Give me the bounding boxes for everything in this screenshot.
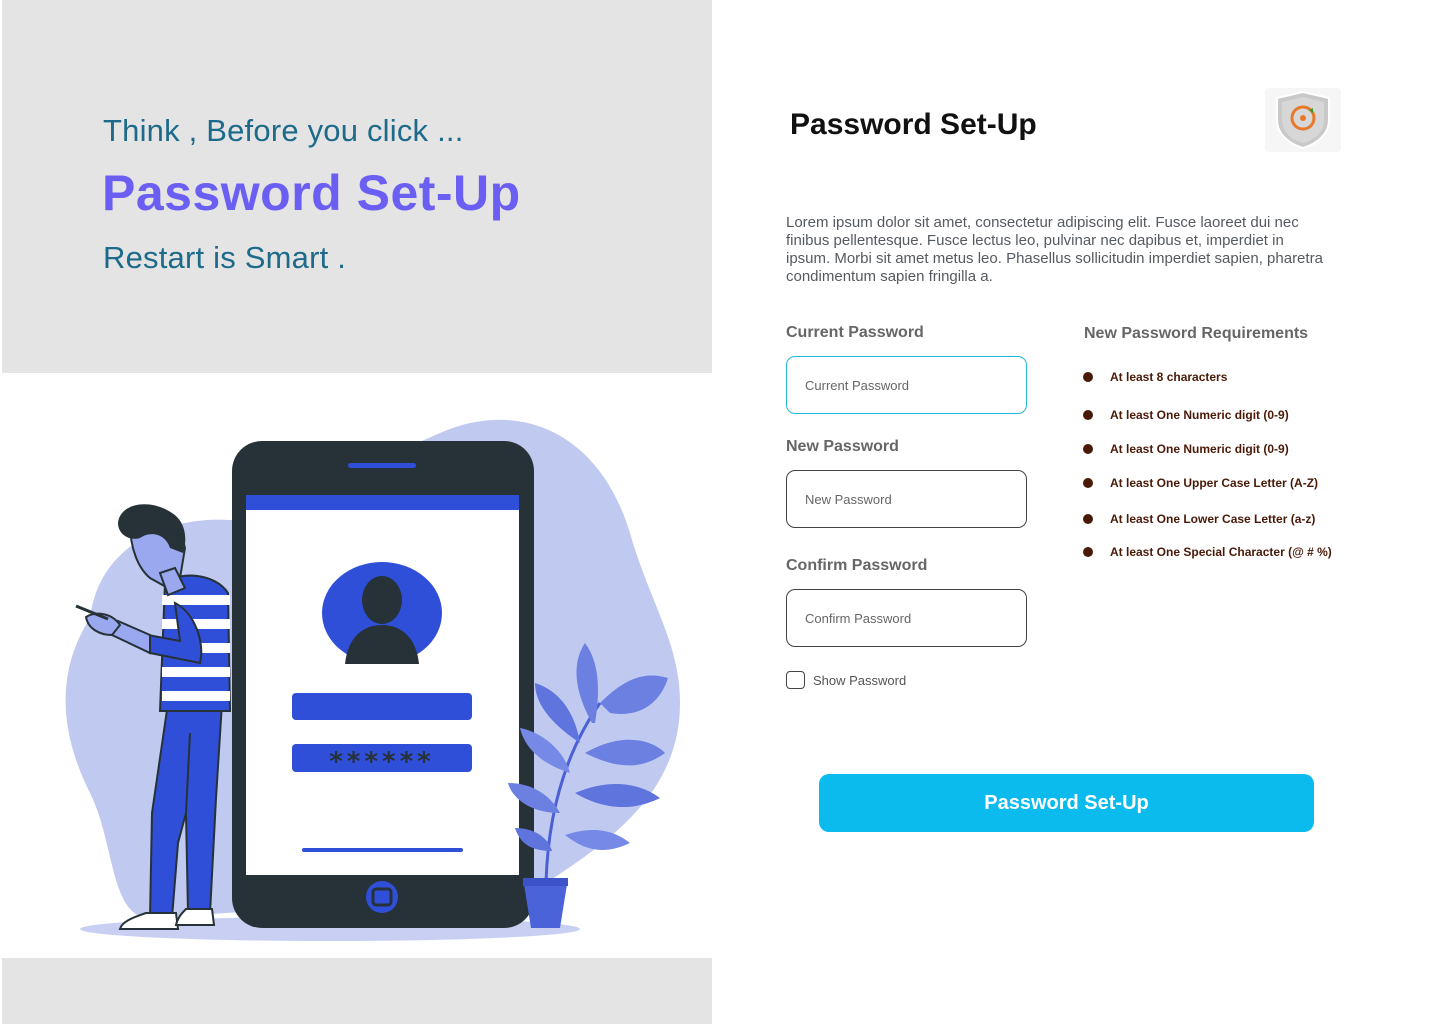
phone-password-mask: ****** xyxy=(329,747,435,777)
requirement-item: At least One Lower Case Letter (a-z) xyxy=(1083,512,1315,526)
new-password-input[interactable] xyxy=(787,471,1026,527)
page-description: Lorem ipsum dolor sit amet, consectetur … xyxy=(786,214,1323,285)
bullet-icon xyxy=(1083,514,1093,524)
shield-key-icon xyxy=(1265,88,1341,152)
requirements-title: New Password Requirements xyxy=(1084,325,1309,342)
new-password-label: New Password xyxy=(786,438,899,455)
hero-subline: Restart is Smart . xyxy=(103,240,347,275)
user-silhouette-icon xyxy=(322,562,442,664)
confirm-password-label: Confirm Password xyxy=(786,557,928,574)
hero-tagline: Think , Before you click ... xyxy=(103,113,464,148)
requirement-item: At least One Numeric digit (0-9) xyxy=(1083,408,1289,422)
requirement-item: At least One Special Character (@ # %) xyxy=(1083,545,1332,559)
confirm-password-field xyxy=(786,589,1027,647)
current-password-label: Current Password xyxy=(786,324,924,341)
phone-screen xyxy=(246,495,519,875)
current-password-field xyxy=(786,356,1027,414)
show-password-label: Show Password xyxy=(813,672,907,688)
phone-speaker xyxy=(348,463,416,468)
requirement-text: At least 8 characters xyxy=(1110,370,1228,384)
page-title: Password Set-Up xyxy=(790,108,1037,141)
requirement-text: At least One Upper Case Letter (A-Z) xyxy=(1110,476,1319,490)
show-password-toggle[interactable]: Show Password xyxy=(786,671,906,689)
requirement-item: At least One Numeric digit (0-9) xyxy=(1083,442,1289,456)
bullet-icon xyxy=(1083,478,1093,488)
footer-background xyxy=(2,958,712,1024)
hero-title: Password Set-Up xyxy=(102,165,521,221)
requirement-item: At least 8 characters xyxy=(1083,370,1227,384)
person-phone-illustration: ****** xyxy=(65,419,680,941)
phone-screen-header xyxy=(246,495,519,510)
bullet-icon xyxy=(1083,444,1093,454)
requirement-text: At least One Numeric digit (0-9) xyxy=(1110,408,1289,422)
checkbox-icon[interactable] xyxy=(786,671,805,689)
new-password-field xyxy=(786,470,1027,528)
requirement-text: At least One Special Character (@ # %) xyxy=(1110,545,1332,559)
bullet-icon xyxy=(1083,372,1093,382)
bullet-icon xyxy=(1083,547,1093,557)
bullet-icon xyxy=(1083,410,1093,420)
requirement-item: At least One Upper Case Letter (A-Z) xyxy=(1083,476,1318,490)
phone-bottom-line xyxy=(302,848,463,852)
current-password-input[interactable] xyxy=(787,357,1026,413)
password-setup-button[interactable]: Password Set-Up xyxy=(819,774,1314,832)
confirm-password-input[interactable] xyxy=(787,590,1026,646)
requirement-text: At least One Numeric digit (0-9) xyxy=(1110,442,1289,456)
requirement-text: At least One Lower Case Letter (a-z) xyxy=(1110,512,1316,526)
phone-home-button xyxy=(366,881,398,913)
phone-username-field xyxy=(292,693,472,720)
